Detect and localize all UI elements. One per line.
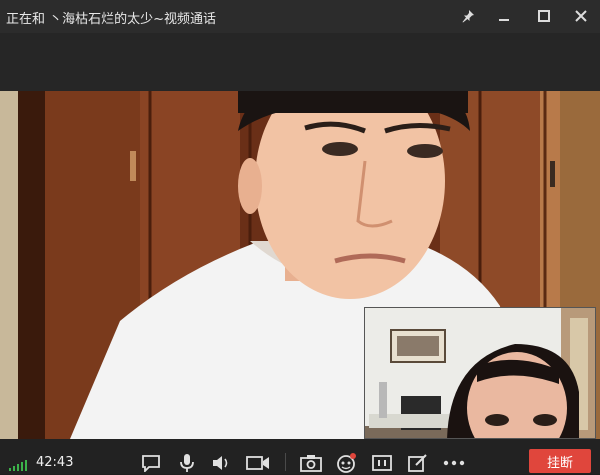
toolbar-divider bbox=[285, 453, 286, 471]
minimize-icon[interactable] bbox=[491, 4, 517, 28]
chat-icon[interactable] bbox=[139, 452, 163, 474]
local-video-preview[interactable] bbox=[364, 307, 596, 439]
more-icon[interactable] bbox=[442, 452, 466, 474]
call-control-bar: 42:43 挂断 bbox=[0, 439, 600, 474]
microphone-icon[interactable] bbox=[175, 452, 199, 474]
hangup-button[interactable]: 挂断 bbox=[529, 449, 591, 473]
pin-icon[interactable] bbox=[455, 4, 481, 28]
header-spacer bbox=[0, 33, 600, 91]
window-title: 正在和 丶海枯石烂的太少~视频通话 bbox=[6, 12, 217, 27]
close-icon[interactable] bbox=[568, 4, 594, 28]
effects-icon[interactable] bbox=[334, 452, 358, 474]
signal-bars-icon bbox=[9, 456, 31, 475]
maximize-icon[interactable] bbox=[531, 4, 557, 28]
speaker-icon[interactable] bbox=[209, 452, 233, 474]
title-bar: 正在和 丶海枯石烂的太少~视频通话 bbox=[0, 0, 600, 33]
edit-icon[interactable] bbox=[406, 452, 430, 474]
screenshot-icon[interactable] bbox=[299, 452, 323, 474]
layout-icon[interactable] bbox=[370, 452, 394, 474]
camera-icon[interactable] bbox=[246, 452, 270, 474]
call-duration: 42:43 bbox=[36, 455, 74, 470]
